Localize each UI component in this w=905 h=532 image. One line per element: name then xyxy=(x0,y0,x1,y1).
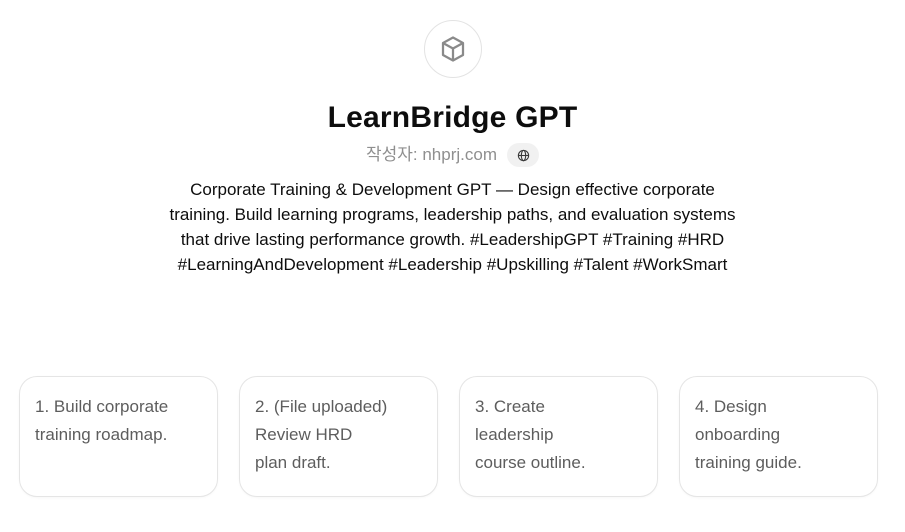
starter-text: training roadmap. xyxy=(35,425,168,444)
website-link-button[interactable] xyxy=(507,143,539,167)
cube-icon xyxy=(441,36,464,62)
starter-text: Review HRD xyxy=(255,425,353,444)
starter-card-4[interactable]: 4. Design onboarding training guide. xyxy=(679,376,878,497)
starter-text: 4. Design xyxy=(695,397,767,416)
starter-text: onboarding xyxy=(695,425,781,444)
author-row: 작성자: nhprj.com xyxy=(366,143,539,167)
starter-card-3[interactable]: 3. Create leadership course outline. xyxy=(459,376,658,497)
globe-icon xyxy=(517,149,529,161)
starter-text: leadership xyxy=(475,425,554,444)
starter-text: training guide. xyxy=(695,453,802,472)
starter-text: 1. Build corporate xyxy=(35,397,169,416)
starter-card-1[interactable]: 1. Build corporate training roadmap. xyxy=(19,376,218,497)
gpt-description: Corporate Training & Development GPT — D… xyxy=(169,180,736,274)
starter-text: plan draft. xyxy=(255,453,331,472)
starter-card-2[interactable]: 2. (File uploaded) Review HRD plan draft… xyxy=(239,376,438,497)
gpt-header: LearnBridge GPT 작성자: nhprj.com Corporate… xyxy=(0,0,905,277)
starter-text: 2. (File uploaded) xyxy=(255,397,388,416)
starter-text: 3. Create xyxy=(475,397,545,416)
author-label: 작성자: nhprj.com xyxy=(365,145,497,164)
gpt-avatar xyxy=(423,20,482,78)
gpt-title: LearnBridge GPT xyxy=(327,101,578,134)
starter-text: course outline. xyxy=(475,453,586,472)
conversation-starters: 1. Build corporate training roadmap. 2. … xyxy=(19,376,878,497)
